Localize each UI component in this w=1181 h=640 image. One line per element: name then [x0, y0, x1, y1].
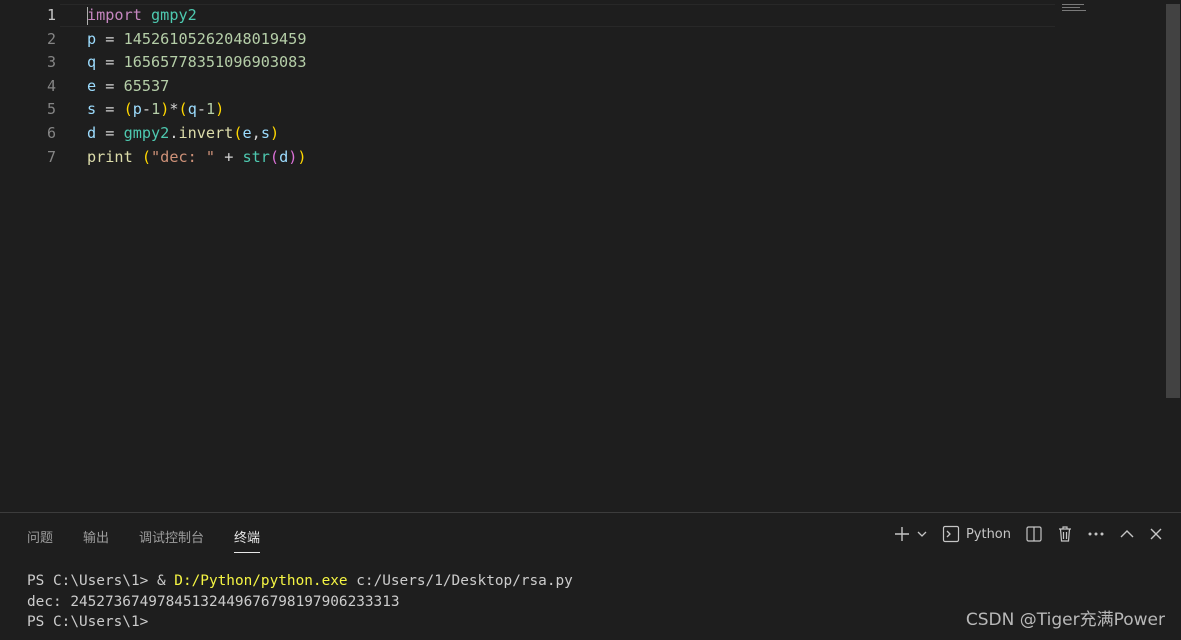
- terminal-line: PS C:\Users\1>: [27, 614, 157, 630]
- trash-icon: [1059, 526, 1071, 542]
- bracket-token: (: [178, 100, 188, 119]
- bracket-token: (: [269, 147, 280, 166]
- code-line-7[interactable]: print ("dec: " + str(d)): [87, 146, 1061, 170]
- operator-token: -: [196, 100, 206, 119]
- code-editor[interactable]: 1 2 3 4 5 6 7 import gmpy2 p = 145261052…: [0, 0, 1181, 512]
- kill-terminal-button[interactable]: [1057, 525, 1073, 543]
- code-line-4[interactable]: e = 65537: [87, 75, 1061, 99]
- split-icon: [1026, 526, 1042, 542]
- number-token: 1: [206, 100, 216, 119]
- code-line-5[interactable]: s = (p-1)*(q-1): [87, 98, 1061, 122]
- operator-token: *: [169, 100, 179, 119]
- terminal-prompt: PS C:\Users\1>: [27, 573, 157, 589]
- function-token: str: [242, 147, 270, 166]
- maximize-panel-button[interactable]: [1119, 526, 1135, 542]
- terminal-line: dec: 24527367497845132449676798197906233…: [27, 593, 400, 610]
- keyword-token: import: [87, 6, 142, 24]
- function-token: print: [87, 147, 133, 166]
- terminal-operator: &: [156, 573, 175, 589]
- line-number: 4: [46, 76, 56, 95]
- variable-token: e: [242, 123, 252, 142]
- variable-token: s: [87, 100, 97, 119]
- code-line-2[interactable]: p = 14526105262048019459: [87, 28, 1061, 52]
- panel-actions: Python: [894, 525, 1163, 543]
- panel-tabs: 问题 输出 调试控制台 终端: [27, 527, 290, 553]
- variable-token: p: [132, 100, 142, 119]
- terminal-command: D:/Python/python.exe: [174, 573, 348, 589]
- close-panel-button[interactable]: [1149, 527, 1163, 541]
- operator-token: ,: [251, 123, 261, 142]
- code-area[interactable]: import gmpy2 p = 14526105262048019459 q …: [87, 4, 1061, 169]
- operator-token: =: [96, 53, 124, 72]
- terminal-argument: c:/Users/1/Desktop/rsa.py: [347, 573, 573, 589]
- line-number: 1: [46, 6, 56, 24]
- tab-terminal[interactable]: 终端: [234, 527, 261, 553]
- variable-token: q: [87, 53, 97, 72]
- string-token: "dec: ": [151, 147, 216, 166]
- more-actions-button[interactable]: [1087, 531, 1105, 537]
- operator-token: =: [96, 123, 124, 142]
- tab-problems[interactable]: 问题: [27, 527, 53, 553]
- operator-token: -: [141, 100, 152, 119]
- operator-token: =: [96, 100, 124, 119]
- variable-token: d: [279, 147, 289, 166]
- operator-token: +: [215, 147, 243, 166]
- variable-token: d: [87, 123, 97, 142]
- module-token: gmpy2: [123, 123, 170, 142]
- chevron-up-icon: [1120, 530, 1134, 538]
- tab-debug-console[interactable]: 调试控制台: [139, 527, 204, 553]
- module-token: gmpy2: [151, 6, 197, 24]
- split-terminal-button[interactable]: [1025, 525, 1043, 543]
- variable-token: e: [87, 76, 97, 95]
- bracket-token: ): [297, 147, 307, 166]
- operator-token: =: [96, 76, 124, 95]
- bracket-token: (: [141, 147, 152, 166]
- line-number: 6: [46, 123, 56, 142]
- watermark: CSDN @Tiger充满Power: [965, 610, 1165, 630]
- terminal-output[interactable]: PS C:\Users\1> & D:/Python/python.exe c:…: [27, 571, 573, 633]
- variable-token: q: [187, 100, 197, 119]
- line-number: 5: [46, 100, 56, 119]
- line-number: 3: [46, 53, 56, 72]
- code-line-1[interactable]: import gmpy2: [87, 4, 1061, 28]
- vertical-scrollbar[interactable]: [1166, 4, 1180, 398]
- bracket-token: (: [123, 100, 133, 119]
- terminal-icon: [942, 525, 960, 543]
- number-token: 65537: [123, 76, 170, 95]
- number-token: 1: [151, 100, 161, 119]
- minimap[interactable]: [1062, 4, 1088, 20]
- operator-token: =: [96, 29, 124, 48]
- bracket-token: ): [160, 100, 170, 119]
- tab-output[interactable]: 输出: [83, 527, 109, 553]
- line-number-gutter: 1 2 3 4 5 6 7: [0, 4, 60, 169]
- plus-icon: [894, 527, 909, 541]
- bottom-panel: 问题 输出 调试控制台 终端 Python PS C:\Users\1> & D…: [0, 512, 1181, 640]
- terminal-line: PS C:\Users\1> & D:/Python/python.exe c:…: [27, 571, 573, 592]
- new-terminal-button[interactable]: [894, 526, 910, 542]
- line-number: 2: [46, 29, 56, 48]
- bracket-token: ): [269, 123, 280, 142]
- code-line-6[interactable]: d = gmpy2.invert(e,s): [87, 122, 1061, 146]
- variable-token: p: [87, 29, 97, 48]
- number-token: 16565778351096903083: [123, 53, 307, 72]
- bracket-token: ): [215, 100, 225, 119]
- function-token: invert: [178, 123, 234, 142]
- bracket-token: (: [233, 123, 243, 142]
- variable-token: s: [260, 123, 270, 142]
- terminal-profile-label: Python: [965, 526, 1011, 542]
- terminal-profile[interactable]: Python: [942, 525, 1011, 543]
- chevron-down-icon: [917, 531, 927, 537]
- ellipsis-icon: [1088, 532, 1104, 536]
- close-icon: [1150, 528, 1162, 540]
- code-line-3[interactable]: q = 16565778351096903083: [87, 51, 1061, 75]
- terminal-dropdown-button[interactable]: [916, 528, 928, 540]
- line-number: 7: [46, 147, 56, 166]
- number-token: 14526105262048019459: [123, 29, 307, 48]
